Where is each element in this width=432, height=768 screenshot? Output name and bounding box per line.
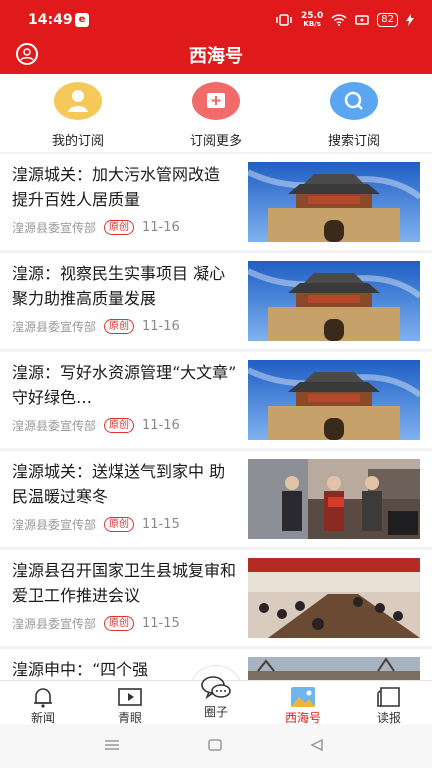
original-badge: 原创 [104, 517, 135, 532]
city-gate-photo [248, 261, 420, 341]
tv-icon [117, 685, 143, 709]
quick-action-label: 我的订阅 [51, 134, 104, 149]
chat-icon [199, 673, 233, 703]
network-speed-unit: KB/s [303, 20, 321, 28]
article-date: 11-16 [142, 319, 180, 334]
article-meta: 湟源县委宣传部 原创 11-16 [12, 417, 180, 434]
tab-news[interactable]: 新闻 [3, 681, 83, 725]
city-gate-photo [248, 162, 420, 242]
quick-actions: 我的订阅 订阅更多 搜索订阅 [0, 74, 432, 152]
article-card[interactable]: 湟源县召开国家卫生县城复审和爱卫工作推进会议 湟源县委宣传部 原创 11-15 [0, 550, 432, 646]
system-nav-bar [0, 724, 432, 768]
network-speed: 25.0 KB/s [301, 11, 324, 29]
article-title: 湟源城关：加大污水管网改造 提升百姓人居质量 [12, 165, 221, 209]
search-icon [330, 82, 378, 120]
article-source: 湟源县委宣传部 [12, 320, 97, 334]
charging-icon [406, 14, 414, 26]
quick-action-label: 搜索订阅 [327, 134, 380, 149]
article-date: 11-16 [142, 418, 180, 433]
tab-read-paper[interactable]: 读报 [349, 681, 429, 725]
article-title: 湟源县召开国家卫生县城复审和爱卫工作推进会议 [12, 561, 237, 605]
article-meta: 湟源县委宣传部 原创 11-15 [12, 516, 180, 533]
app-header: 西海号 [0, 40, 432, 74]
article-date: 11-15 [142, 616, 180, 631]
tab-label: 圈子 [203, 705, 228, 719]
home-icon[interactable] [208, 739, 222, 751]
search-subscriptions-button[interactable]: 搜索订阅 [294, 82, 414, 149]
status-time: 14:49 [28, 12, 73, 28]
tab-qingyan[interactable]: 青眼 [90, 681, 170, 725]
article-meta: 湟源县委宣传部 原创 11-16 [12, 219, 180, 236]
article-date: 11-15 [142, 517, 180, 532]
newspaper-icon [376, 685, 402, 709]
tab-xihaihao[interactable]: 西海号 [263, 681, 343, 725]
back-icon[interactable] [310, 739, 324, 751]
original-badge: 原创 [104, 319, 135, 334]
menu-icon[interactable] [104, 739, 120, 751]
user-icon [54, 82, 102, 120]
article-title: 湟源城关：送煤送气到家中 助民温暖过寒冬 [12, 462, 226, 506]
network-speed-value: 25.0 [301, 11, 324, 21]
bottom-tab-bar: 新闻 青眼 圈子 西海号 读报 [0, 676, 432, 725]
article-source: 湟源县委宣传部 [12, 419, 97, 433]
status-indicators: 25.0 KB/s 82 [275, 12, 414, 28]
wifi-icon [331, 14, 347, 26]
bell-icon [30, 685, 56, 709]
article-source: 湟源县委宣传部 [12, 617, 97, 631]
meeting-photo [248, 558, 420, 638]
article-card[interactable]: 湟源：视察民生实事项目 凝心聚力助推高质量发展 湟源县委宣传部 原创 11-16 [0, 253, 432, 349]
add-subscription-icon [192, 82, 240, 120]
page-title: 西海号 [189, 46, 243, 67]
article-source: 湟源县委宣传部 [12, 221, 97, 235]
original-badge: 原创 [104, 418, 135, 433]
article-meta: 湟源县委宣传部 原创 11-16 [12, 318, 180, 335]
quick-action-label: 订阅更多 [189, 134, 242, 149]
gallery-icon [290, 685, 316, 709]
city-gate-photo [248, 360, 420, 440]
tab-circle[interactable]: 圈子 [176, 669, 256, 719]
screen-record-icon [355, 15, 370, 25]
status-bar: 14:49 e 25.0 KB/s 82 [0, 0, 432, 40]
article-source: 湟源县委宣传部 [12, 518, 97, 532]
original-badge: 原创 [104, 220, 135, 235]
article-title: 湟源：写好水资源管理“大文章” 守好绿色… [12, 363, 237, 407]
article-title: 湟源：视察民生实事项目 凝心聚力助推高质量发展 [12, 264, 226, 308]
battery-level: 82 [377, 13, 398, 27]
more-subscriptions-button[interactable]: 订阅更多 [156, 82, 276, 149]
my-subscriptions-button[interactable]: 我的订阅 [18, 82, 138, 149]
article-date: 11-16 [142, 220, 180, 235]
vibrate-icon [276, 14, 292, 26]
article-card[interactable]: 湟源城关：加大污水管网改造 提升百姓人居质量 湟源县委宣传部 原创 11-16 [0, 154, 432, 250]
article-meta: 湟源县委宣传部 原创 11-15 [12, 615, 180, 632]
notification-app-icon: e [75, 13, 89, 27]
article-card[interactable]: 湟源：写好水资源管理“大文章” 守好绿色… 湟源县委宣传部 原创 11-16 [0, 352, 432, 448]
original-badge: 原创 [104, 616, 135, 631]
people-photo [248, 459, 420, 539]
article-card[interactable]: 湟源城关：送煤送气到家中 助民温暖过寒冬 湟源县委宣传部 原创 11-15 [0, 451, 432, 547]
